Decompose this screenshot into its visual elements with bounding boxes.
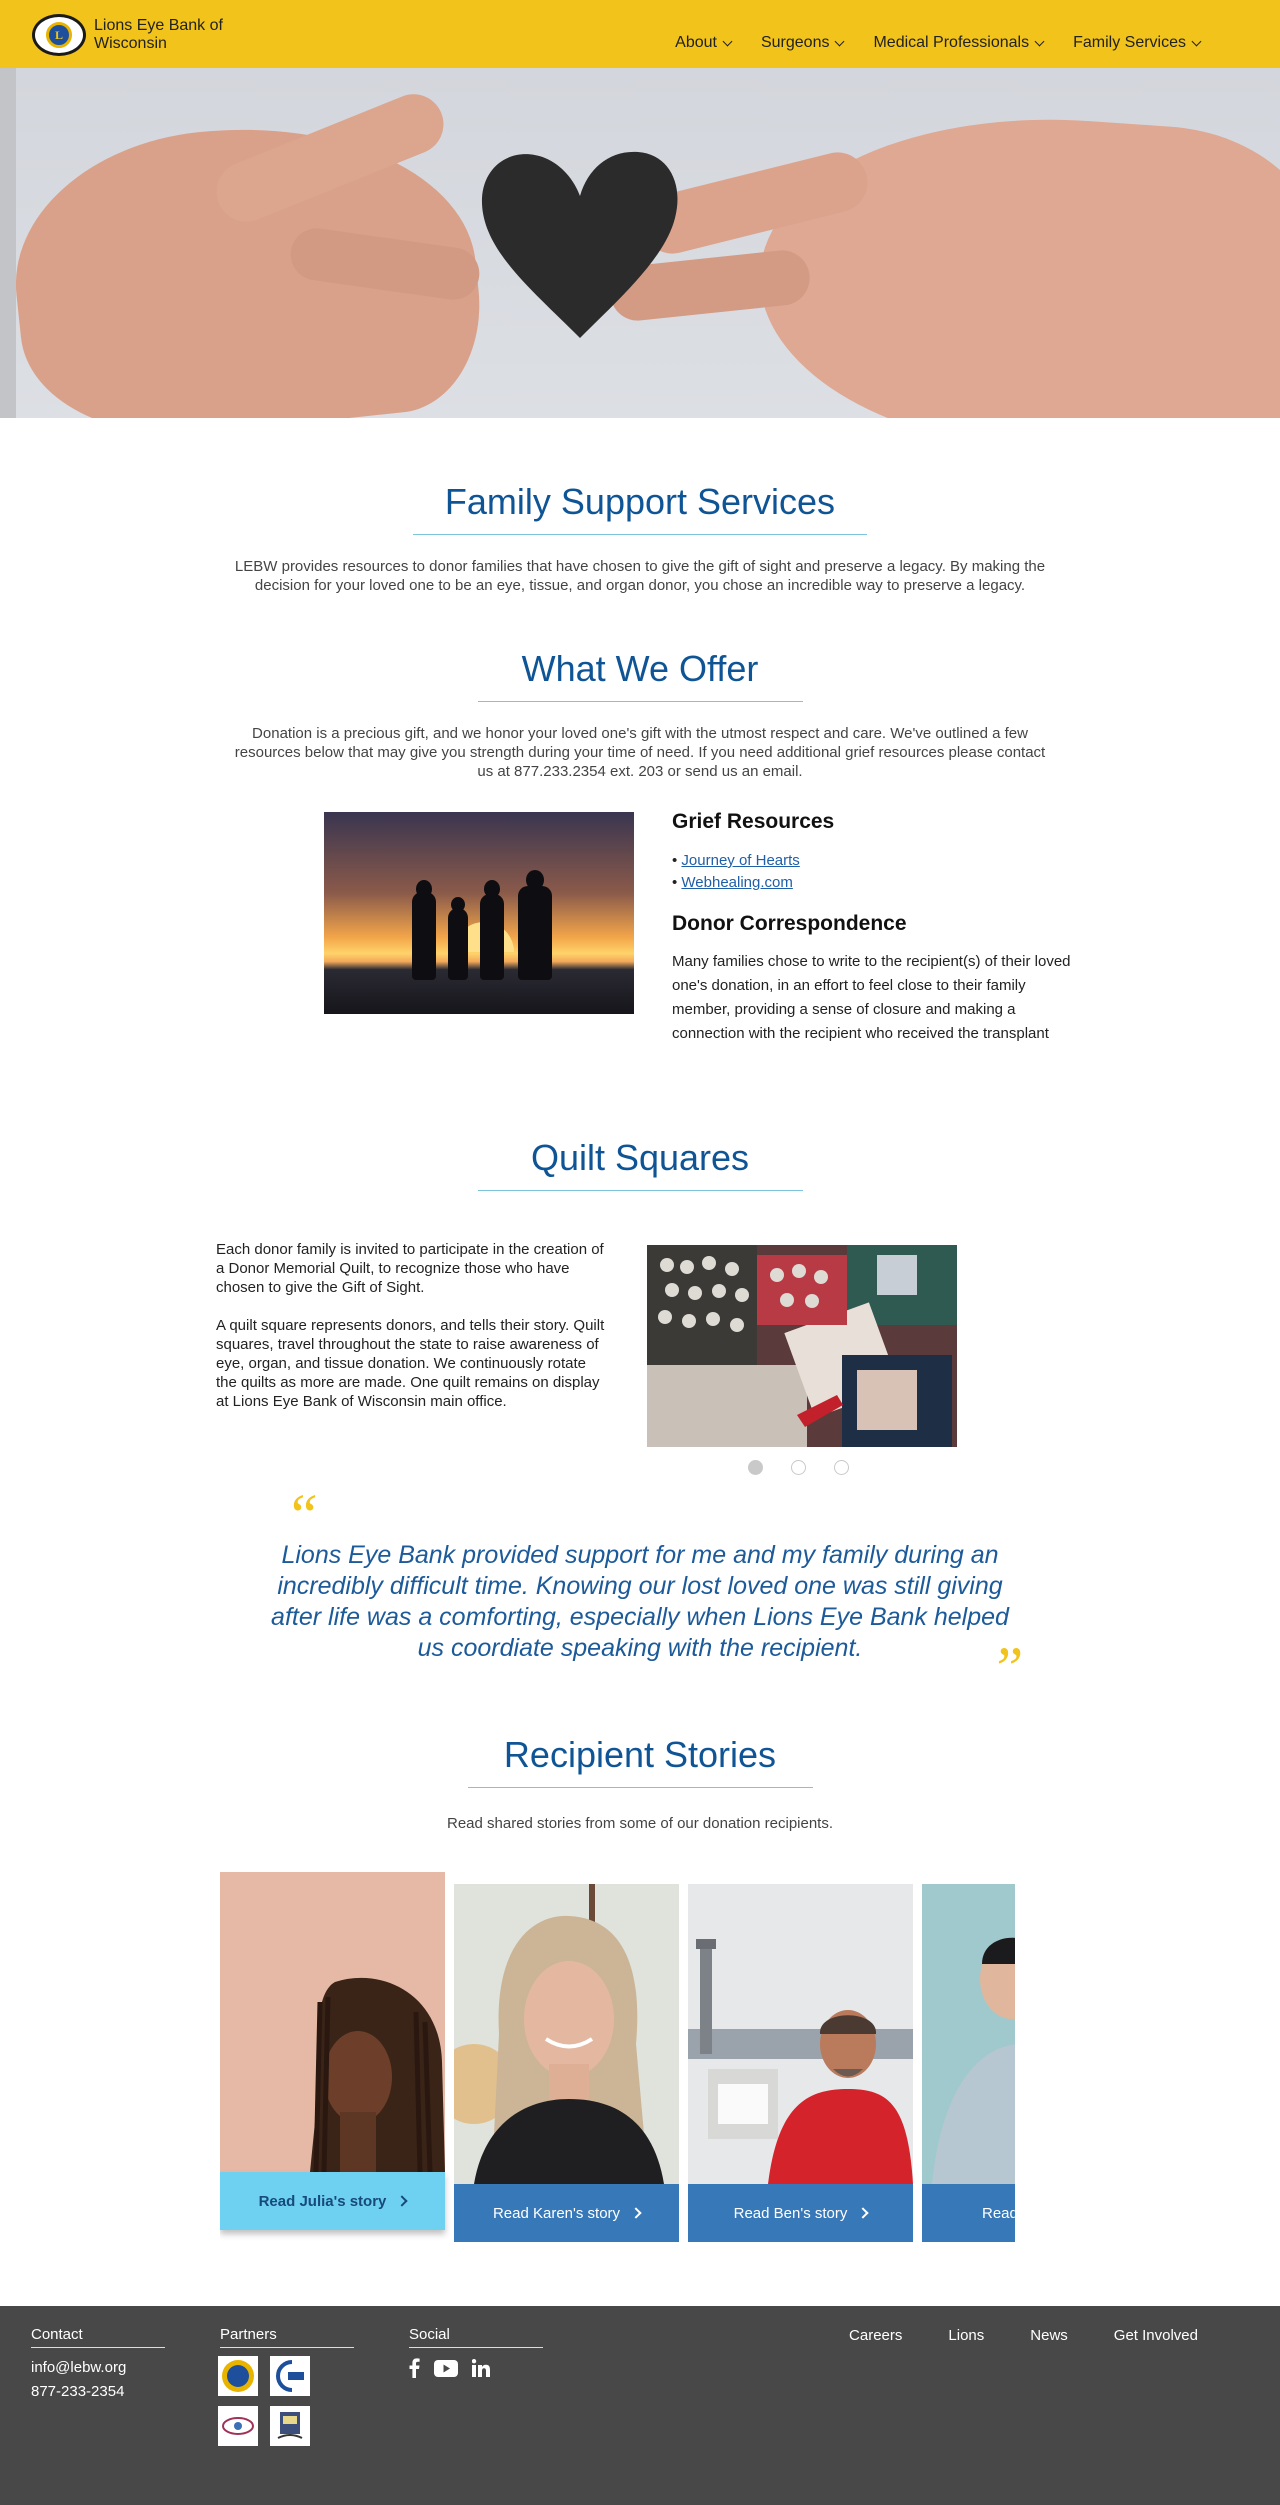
chevron-down-icon (722, 36, 733, 46)
social-icons (408, 2358, 490, 2378)
stories-carousel: Read Julia's story Read Karen's story Re… (220, 1872, 1015, 2244)
footer-social: Social (409, 2326, 543, 2348)
offer-resources: Grief Resources • Journey of Hearts • We… (672, 808, 1072, 1046)
webhealing-link[interactable]: Webhealing.com (681, 874, 792, 891)
footer-contact: Contact info@lebw.org 877-233-2354 (31, 2326, 165, 2404)
quilt-description: Each donor family is invited to particip… (216, 1240, 608, 1411)
stories-title: Recipient Stories (503, 1734, 777, 1775)
story-card-ben: Read Ben's story (688, 1884, 913, 2242)
donor-correspondence-title: Donor Correspondence (672, 912, 907, 935)
quilt-paragraph-1: Each donor family is invited to particip… (216, 1241, 604, 1296)
quilt-section: Quilt Squares (0, 1136, 1280, 1191)
offer-section: What We Offer Donation is a precious gif… (0, 647, 1280, 781)
julia-photo (220, 1872, 445, 2172)
site-logo[interactable]: L Lions Eye Bank of Wisconsin (32, 14, 244, 56)
family-support-title: Family Support Services (444, 481, 836, 522)
partner-vision-logo-icon[interactable] (218, 2406, 258, 2446)
grief-resources-title: Grief Resources (672, 810, 835, 833)
nav-surgeons[interactable]: Surgeons (761, 34, 845, 52)
hero-image (0, 68, 1280, 418)
nav-about[interactable]: About (675, 34, 733, 52)
stories-text: Read shared stories from some of our don… (446, 1815, 834, 1832)
footer-partners: Partners (220, 2326, 354, 2348)
chevron-down-icon (835, 36, 845, 46)
footer-contact-title: Contact (31, 2326, 165, 2348)
story-card-karen: Read Karen's story (454, 1884, 679, 2242)
right-hand (749, 98, 1280, 418)
family-support-text: LEBW provides resources to donor familie… (234, 558, 1046, 594)
quilt-paragraph-2: A quilt square represents donors, and te… (216, 1317, 605, 1410)
chevron-down-icon (1191, 36, 1202, 46)
linkedin-icon[interactable] (472, 2359, 490, 2377)
logo-text: Lions Eye Bank of Wisconsin (94, 17, 223, 52)
chevron-right-icon (630, 2207, 642, 2219)
journey-of-hearts-link[interactable]: Journey of Hearts (681, 852, 799, 869)
quilt-title: Quilt Squares (530, 1137, 750, 1178)
chevron-down-icon (1034, 36, 1045, 46)
ben-photo (688, 1884, 913, 2184)
footer-social-title: Social (409, 2326, 543, 2348)
nav-family-services[interactable]: Family Services (1073, 34, 1202, 52)
site-header: L Lions Eye Bank of Wisconsin About Surg… (0, 0, 1280, 68)
youtube-icon[interactable] (434, 2359, 458, 2377)
offer-text: Donation is a precious gift, and we hono… (234, 725, 1046, 780)
main-nav: About Surgeons Medical Professionals Fam… (675, 34, 1202, 52)
heart-icon (481, 151, 678, 338)
nav-medical-professionals[interactable]: Medical Professionals (873, 34, 1045, 52)
carousel-dot-2[interactable] (791, 1460, 806, 1475)
footer-phone[interactable]: 877-233-2354 (31, 2380, 165, 2404)
footer-link-lions[interactable]: Lions (948, 2327, 984, 2344)
family-support-section: Family Support Services LEBW provides re… (0, 480, 1280, 595)
offer-title: What We Offer (521, 648, 759, 689)
footer-email[interactable]: info@lebw.org (31, 2356, 165, 2380)
quote-close-icon: ” (990, 1635, 1024, 1701)
stories-section: Recipient Stories Read shared stories fr… (0, 1733, 1280, 1833)
testimonial-quote: Lions Eye Bank provided support for me a… (271, 1541, 1009, 1662)
story-card-4: Read (922, 1884, 1015, 2242)
logo-mark: L (46, 22, 72, 48)
footer-partners-title: Partners (220, 2326, 354, 2348)
footer-link-news[interactable]: News (1030, 2327, 1068, 2344)
carousel-dot-1[interactable] (748, 1460, 763, 1475)
carousel-dot-3[interactable] (834, 1460, 849, 1475)
chevron-right-icon (396, 2195, 409, 2207)
partner-life-logo-icon[interactable] (270, 2406, 310, 2446)
recipient-photo (922, 1884, 1015, 2184)
facebook-icon[interactable] (408, 2358, 420, 2378)
footer-links: Careers Lions News Get Involved (849, 2327, 1198, 2344)
quote-open-icon: “ (285, 1482, 319, 1548)
read-julia-story-button[interactable]: Read Julia's story (220, 2172, 445, 2230)
story-card-julia: Read Julia's story (220, 1872, 445, 2230)
partner-eba-logo-icon[interactable] (270, 2356, 310, 2396)
read-karen-story-button[interactable]: Read Karen's story (454, 2184, 679, 2242)
chevron-right-icon (857, 2207, 870, 2219)
quilt-carousel-dots (748, 1460, 849, 1475)
karen-photo (454, 1884, 679, 2184)
footer-link-careers[interactable]: Careers (849, 2327, 902, 2344)
read-ben-story-button[interactable]: Read Ben's story (688, 2184, 913, 2242)
list-item: • Webhealing.com (672, 874, 793, 891)
footer-link-get-involved[interactable]: Get Involved (1114, 2327, 1198, 2344)
site-footer: Contact info@lebw.org 877-233-2354 Partn… (0, 2306, 1280, 2505)
quilt-slide-image (647, 1245, 957, 1447)
donor-correspondence-text: Many families chose to write to the reci… (672, 953, 1071, 1042)
read-story-button[interactable]: Read (922, 2184, 1015, 2242)
lions-eye-logo-icon: L (32, 14, 86, 56)
list-item: • Journey of Hearts (672, 852, 800, 869)
partner-lions-logo-icon[interactable] (218, 2356, 258, 2396)
family-sunset-image (324, 812, 634, 1014)
